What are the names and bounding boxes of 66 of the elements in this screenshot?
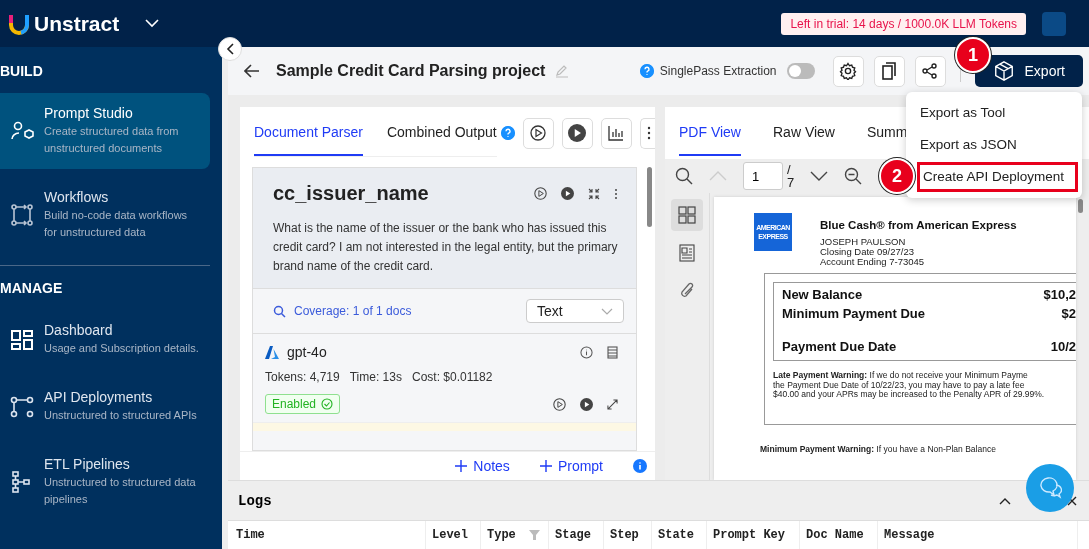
section-title: BUILD [0,62,44,81]
account-detail: Account Ending 7-73045 [820,257,926,267]
nav-label: Workflows [44,189,110,205]
column-header: Type [487,528,516,542]
page-number-field[interactable]: 1 [743,162,783,190]
column-header: State [658,528,694,542]
summary-label: New Balance [782,286,863,304]
column-header: Stage [555,528,591,542]
step-marker: 1 [955,37,991,73]
status-tag: Enabled [265,394,341,414]
summary-value: $10,2 [1043,286,1076,304]
prompt-key: cc_issuer_name [273,182,520,205]
run-cost: Cost: $0.01182 [411,370,493,384]
token-count: Tokens: 4,719 [265,370,340,384]
sidebar-item[interactable]: Prompt Studio Create structured data from unstructured documents [0,93,210,169]
tab[interactable]: Document Parser [254,109,363,156]
add-notes-button[interactable]: Notes [455,458,510,474]
nav-label: Dashboard [44,322,114,338]
minimum-payment-warning: Minimum Payment Warning: If you have a Non-Plan Balance [760,444,997,454]
summary-value: $2 [1061,305,1076,323]
tab[interactable]: PDF View [679,110,741,156]
output-type-select[interactable]: Text [526,299,624,323]
column-header: Step [610,528,639,542]
project-title: Sample Credit Card Parsing project [276,62,546,80]
section-title: MANAGE [0,279,64,298]
singlepass-label: SinglePass Extraction [659,64,777,78]
nav-description: Unstructured to structured APIs [44,408,197,423]
add-prompt-button[interactable]: Prompt [539,458,603,474]
column-header: Level [432,528,468,542]
logs-title: Logs [238,492,272,509]
summary-value: 10/2 [1050,338,1076,356]
column-header: Time [236,528,265,542]
nav-description: Create structured data from unstructured documents [44,124,180,156]
nav-description: Build no-code data workflows for unstructured data [44,208,189,240]
summary-label: Payment Due Date [782,338,897,356]
nav-label: ETL Pipelines [44,456,131,472]
column-header: Message [884,528,935,542]
tab[interactable]: Summ [867,110,908,156]
coverage-link[interactable]: Coverage: 1 of 1 docs [294,304,412,318]
brand-name: Unstract [34,11,120,36]
menu-item[interactable]: Create API Deployment [917,162,1078,192]
document-title: Blue Cash® from American Express [820,219,1017,231]
tab[interactable]: Combined Output [386,109,497,156]
column-header: Prompt Key [713,528,785,542]
nav-label: API Deployments [44,389,154,405]
run-time: Time: 13s [349,370,402,384]
account-detail: Closing Date 09/27/23 [820,247,915,257]
sidebar-item[interactable]: ETL Pipelines Unstructured to structured data pipelines [0,444,210,520]
sidebar-item[interactable]: Dashboard Usage and Subscription details. [0,310,210,369]
column-header: Doc Name [806,528,864,542]
menu-item[interactable]: Export as JSON [910,130,1078,160]
tab[interactable]: Raw View [773,110,835,156]
account-detail: JOSEPH PAULSON [820,237,907,247]
late-payment-warning: Late Payment Warning: If we do not receive your Minimum Payme the Payment Due Date of 10/22/23, you may have to pay a late fee $40.00 and your APRs may be increased to the Penalty APR of 29.99%. [773,371,1046,400]
trial-badge: Left in trial: 14 days / 1000.0K LLM Tokens [781,12,1026,35]
sidebar-item[interactable]: Workflows Build no-code data workflows for unstructured data [0,177,210,253]
page-separator: / [787,163,792,176]
sidebar-item[interactable]: API Deployments Unstructured to structured APIs [0,377,210,436]
summary-label: Minimum Payment Due [782,305,926,323]
nav-description: Usage and Subscription details. [44,341,199,356]
nav-label: Prompt Studio [44,105,134,121]
page-total: 7 [787,176,795,189]
prompt-question: What is the name of the issuer or the bank who has issued this credit card? I am not interested in the legal entity, but the primary brand name of the credit card. [273,220,618,275]
model-name: gpt-4o [287,344,327,360]
nav-description: Unstructured to structured data pipelines [44,475,197,507]
menu-item[interactable]: Export as Tool [910,98,1078,128]
